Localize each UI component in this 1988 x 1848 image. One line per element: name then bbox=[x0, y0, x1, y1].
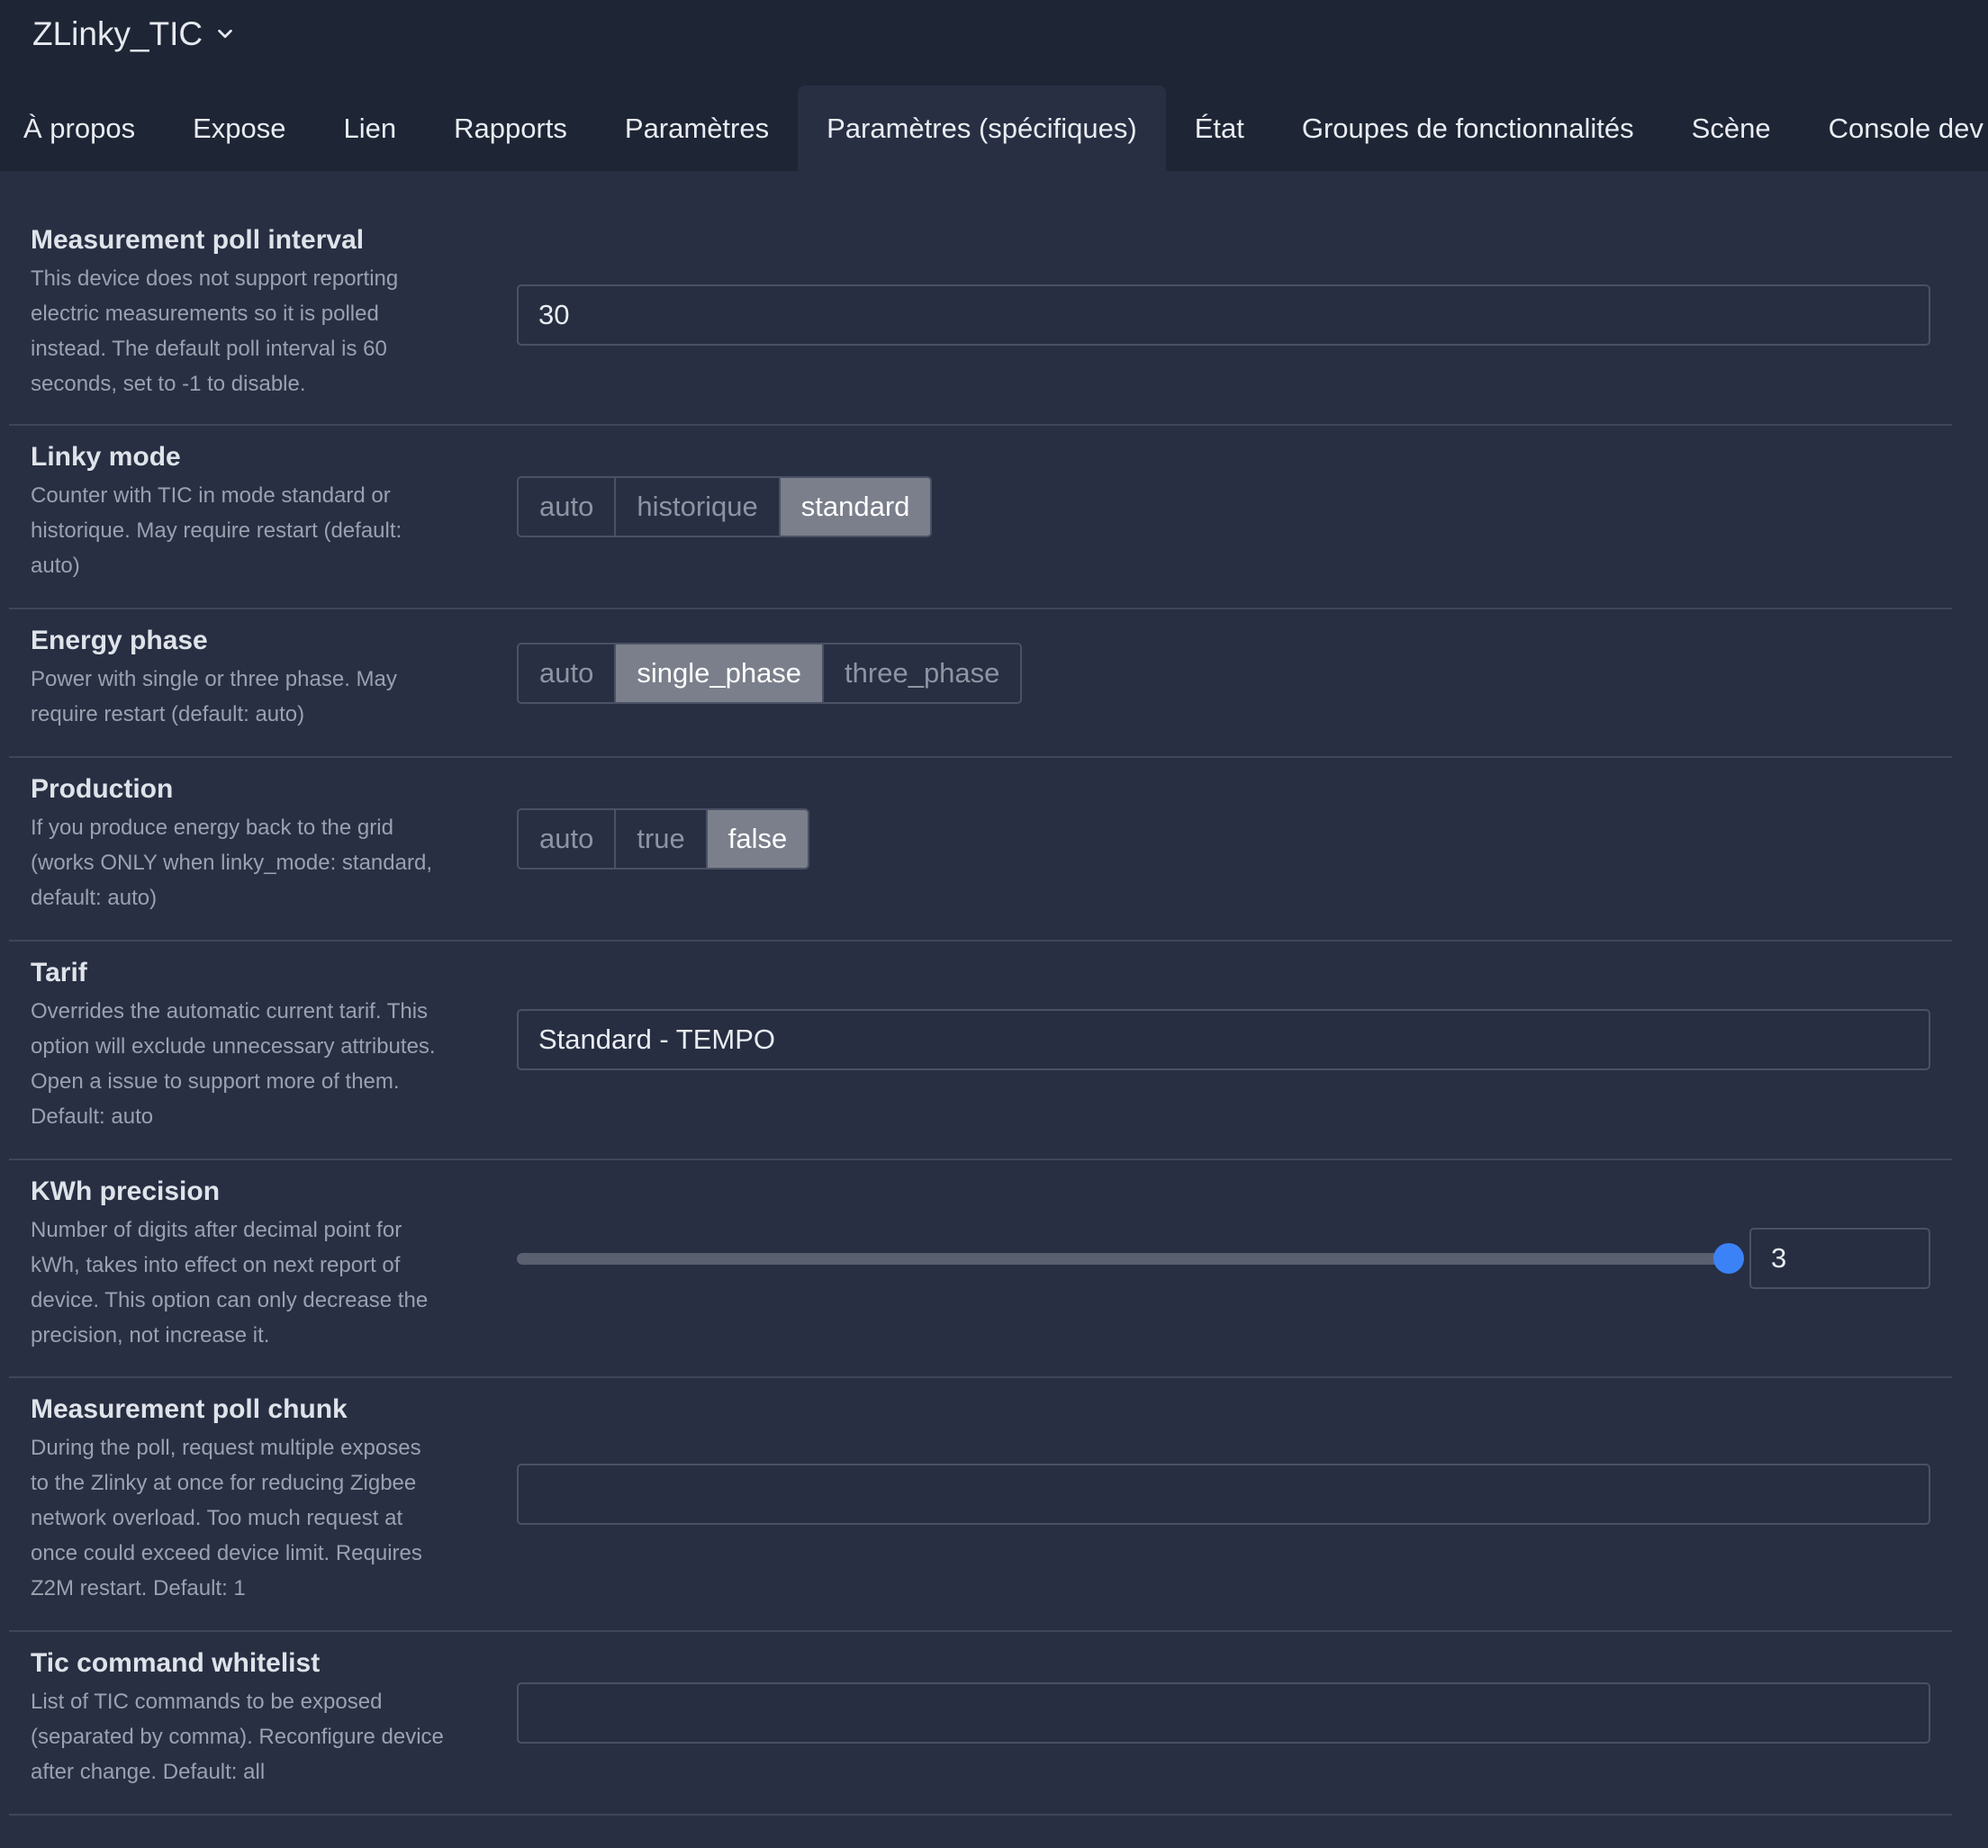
setting-row-linky-mode: Linky mode Counter with TIC in mode stan… bbox=[9, 426, 1952, 609]
description-line: default: auto) bbox=[31, 886, 158, 910]
tab-parametres-specifiques[interactable]: Paramètres (spécifiques) bbox=[798, 86, 1166, 171]
setting-title: Energy phase bbox=[31, 626, 208, 655]
setting-row-measurement-poll-chunk: Measurement poll chunk During the poll, … bbox=[9, 1378, 1952, 1632]
energy-phase-option-three-phase[interactable]: three_phase bbox=[824, 645, 1020, 702]
setting-title: Measurement poll chunk bbox=[31, 1394, 348, 1424]
production-option-false[interactable]: false bbox=[707, 810, 809, 868]
description-line: List of TIC commands to be exposed bbox=[31, 1690, 383, 1714]
setting-title: Measurement poll interval bbox=[31, 225, 365, 255]
description-line: instead. The default poll interval is 60 bbox=[31, 337, 387, 361]
setting-label: Production If you produce energy back to… bbox=[31, 769, 481, 915]
production-option-true[interactable]: true bbox=[616, 810, 708, 868]
description-line: auto) bbox=[31, 554, 80, 578]
tab-expose[interactable]: Expose bbox=[164, 86, 314, 171]
setting-row-tic-command-whitelist: Tic command whitelist List of TIC comman… bbox=[9, 1632, 1952, 1816]
setting-row-measurement-poll-interval: Measurement poll interval This device do… bbox=[9, 220, 1952, 426]
setting-description: Power with single or three phase. May re… bbox=[31, 662, 481, 732]
description-line: Open a issue to support more of them. bbox=[31, 1069, 400, 1094]
setting-title: Tic command whitelist bbox=[31, 1648, 321, 1678]
setting-title: Production bbox=[31, 774, 174, 804]
linky-mode-option-auto[interactable]: auto bbox=[519, 478, 617, 536]
measurement-poll-interval-input[interactable]: 30 bbox=[517, 284, 1930, 346]
tab-scene[interactable]: Scène bbox=[1663, 86, 1800, 171]
device-name: ZLinky_TIC bbox=[32, 15, 203, 52]
tab-parametres[interactable]: Paramètres bbox=[596, 86, 798, 171]
setting-title: Tarif bbox=[31, 958, 87, 987]
description-line: to the Zlinky at once for reducing Zigbe… bbox=[31, 1471, 417, 1495]
setting-description: This device does not support reporting e… bbox=[31, 261, 481, 401]
description-line: network overload. Too much request at bbox=[31, 1506, 403, 1530]
setting-row-tarif: Tarif Overrides the automatic current ta… bbox=[9, 942, 1952, 1160]
tab-console-dev[interactable]: Console dev bbox=[1800, 86, 1988, 171]
linky-mode-option-historique[interactable]: historique bbox=[616, 478, 781, 536]
setting-label: Measurement poll interval This device do… bbox=[31, 220, 481, 401]
description-line: Overrides the automatic current tarif. T… bbox=[31, 999, 429, 1023]
tab-lien[interactable]: Lien bbox=[314, 86, 425, 171]
setting-title: KWh precision bbox=[31, 1176, 221, 1206]
energy-phase-option-single-phase[interactable]: single_phase bbox=[616, 645, 825, 702]
kwh-precision-slider-thumb[interactable] bbox=[1713, 1243, 1744, 1274]
setting-description: List of TIC commands to be exposed (sepa… bbox=[31, 1684, 481, 1789]
description-line: Z2M restart. Default: 1 bbox=[31, 1576, 246, 1600]
description-line: historique. May require restart (default… bbox=[31, 518, 402, 543]
setting-title: Linky mode bbox=[31, 442, 181, 472]
setting-description: Counter with TIC in mode standard or his… bbox=[31, 478, 481, 583]
tab-rapports[interactable]: Rapports bbox=[425, 86, 596, 171]
setting-label: Measurement poll chunk During the poll, … bbox=[31, 1389, 481, 1606]
setting-label: Linky mode Counter with TIC in mode stan… bbox=[31, 437, 481, 583]
production-toggle-group: auto true false bbox=[517, 808, 810, 870]
description-line: after change. Default: all bbox=[31, 1760, 266, 1784]
description-line: Number of digits after decimal point for bbox=[31, 1218, 402, 1242]
description-line: kWh, takes into effect on next report of bbox=[31, 1253, 401, 1277]
description-line: require restart (default: auto) bbox=[31, 702, 305, 726]
tarif-select[interactable]: Standard - TEMPO bbox=[517, 1009, 1930, 1070]
energy-phase-toggle-group: auto single_phase three_phase bbox=[517, 643, 1023, 704]
description-line: This device does not support reporting bbox=[31, 266, 399, 291]
setting-label: Energy phase Power with single or three … bbox=[31, 620, 481, 732]
tic-command-whitelist-input[interactable] bbox=[517, 1682, 1930, 1744]
setting-description: During the poll, request multiple expose… bbox=[31, 1430, 481, 1606]
description-line: device. This option can only decrease th… bbox=[31, 1288, 429, 1312]
tab-groupes-de-fonctionnalites[interactable]: Groupes de fonctionnalités bbox=[1273, 86, 1663, 171]
description-line: If you produce energy back to the grid bbox=[31, 816, 393, 840]
description-line: electric measurements so it is polled bbox=[31, 302, 379, 326]
measurement-poll-chunk-input[interactable] bbox=[517, 1464, 1930, 1525]
setting-description: Overrides the automatic current tarif. T… bbox=[31, 994, 481, 1134]
description-line: (works ONLY when linky_mode: standard, bbox=[31, 851, 432, 875]
setting-description: If you produce energy back to the grid (… bbox=[31, 810, 481, 915]
tab-etat[interactable]: État bbox=[1166, 86, 1273, 171]
setting-description: Number of digits after decimal point for… bbox=[31, 1212, 481, 1353]
description-line: seconds, set to -1 to disable. bbox=[31, 372, 306, 396]
description-line: Power with single or three phase. May bbox=[31, 667, 397, 691]
setting-label: KWh precision Number of digits after dec… bbox=[31, 1171, 481, 1353]
kwh-precision-number-input[interactable]: 3 bbox=[1749, 1228, 1930, 1289]
description-line: option will exclude unnecessary attribut… bbox=[31, 1034, 436, 1059]
description-line: Counter with TIC in mode standard or bbox=[31, 483, 391, 508]
tab-bar: À propos Expose Lien Rapports Paramètres… bbox=[0, 86, 1988, 171]
setting-label: Tic command whitelist List of TIC comman… bbox=[31, 1643, 481, 1789]
energy-phase-option-auto[interactable]: auto bbox=[519, 645, 617, 702]
top-bar: ZLinky_TIC À propos Expose Lien Rapports… bbox=[0, 0, 1988, 171]
description-line: precision, not increase it. bbox=[31, 1323, 270, 1348]
device-selector[interactable]: ZLinky_TIC bbox=[32, 9, 235, 59]
description-line: once could exceed device limit. Requires bbox=[31, 1541, 422, 1565]
setting-row-kwh-precision: KWh precision Number of digits after dec… bbox=[9, 1160, 1952, 1378]
kwh-precision-slider-track[interactable] bbox=[517, 1253, 1728, 1265]
description-line: (separated by comma). Reconfigure device bbox=[31, 1725, 444, 1749]
description-line: During the poll, request multiple expose… bbox=[31, 1436, 421, 1460]
linky-mode-option-standard[interactable]: standard bbox=[780, 478, 931, 536]
setting-row-production: Production If you produce energy back to… bbox=[9, 758, 1952, 942]
description-line: Default: auto bbox=[31, 1104, 154, 1129]
chevron-down-icon bbox=[218, 29, 232, 39]
production-option-auto[interactable]: auto bbox=[519, 810, 617, 868]
linky-mode-toggle-group: auto historique standard bbox=[517, 476, 933, 537]
tab-a-propos[interactable]: À propos bbox=[0, 86, 164, 171]
setting-label: Tarif Overrides the automatic current ta… bbox=[31, 952, 481, 1134]
setting-row-energy-phase: Energy phase Power with single or three … bbox=[9, 609, 1952, 758]
